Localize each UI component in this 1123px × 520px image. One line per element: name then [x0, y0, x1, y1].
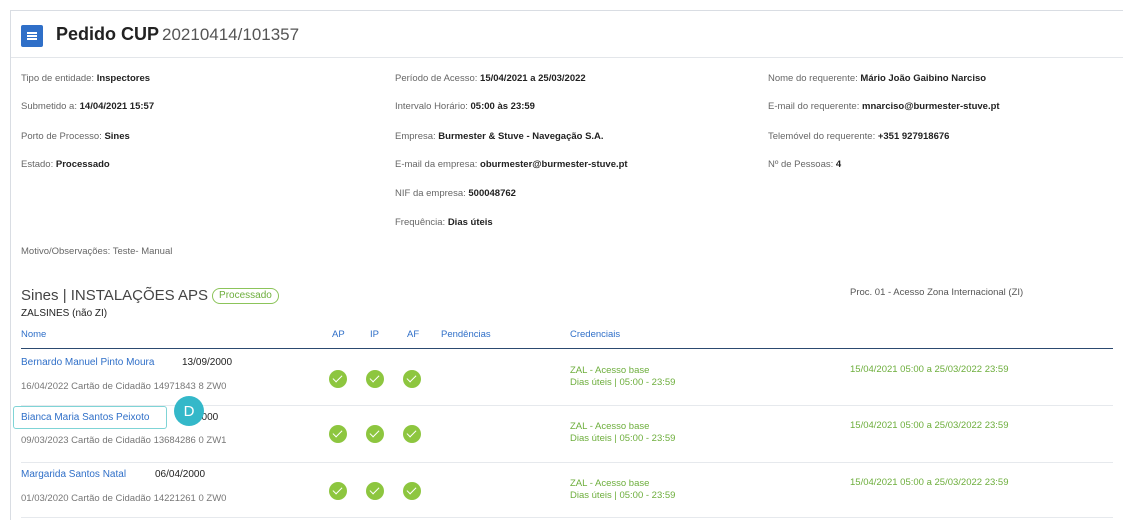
column-header-pendencias: Pendências	[441, 329, 491, 340]
person-name-link[interactable]: Bernardo Manuel Pinto Moura	[21, 357, 154, 368]
access-period: 15/04/2021 05:00 a 25/03/2022 23:59	[850, 364, 1009, 375]
person-document: 01/03/2020 Cartão de Cidadão 14221261 0 …	[21, 493, 227, 504]
info-nif: NIF da empresa: 500048762	[395, 188, 516, 199]
access-period: 15/04/2021 05:00 a 25/03/2022 23:59	[850, 477, 1009, 488]
column-header-credenciais: Credenciais	[570, 329, 621, 340]
access-period: 15/04/2021 05:00 a 25/03/2022 23:59	[850, 420, 1009, 431]
info-porto: Porto de Processo: Sines	[21, 131, 130, 142]
ap-check-icon	[329, 425, 347, 443]
info-nome-requerente: Nome do requerente: Mário João Gaibino N…	[768, 73, 987, 84]
column-header-nome: Nome	[21, 329, 47, 340]
column-header-ip: IP	[370, 329, 379, 340]
person-birth-date: 06/04/2000	[155, 469, 206, 480]
credential: ZAL - Acesso base Dias úteis | 05:00 - 23…	[570, 365, 676, 388]
person-name-link[interactable]: Margarida Santos Natal	[21, 469, 126, 480]
ap-check-icon	[329, 482, 347, 500]
info-estado: Estado: Processado	[21, 159, 110, 170]
request-number: 20210414/101357	[162, 25, 300, 44]
info-frequencia: Frequência: Dias úteis	[395, 217, 493, 228]
section-subtitle: ZALSINES (não ZI)	[21, 308, 108, 319]
section-title: Sines | INSTALAÇÕES APS Processado	[21, 287, 279, 304]
info-email-requerente: E-mail do requerente: mnarciso@burmester…	[768, 101, 1000, 112]
info-tipo-entidade: Tipo de entidade: Inspectores	[21, 73, 151, 84]
credential: ZAL - Acesso base Dias úteis | 05:00 - 23…	[570, 478, 676, 501]
page-title: Pedido CUP	[56, 24, 160, 44]
table-header-divider	[21, 348, 1113, 349]
af-check-icon	[403, 482, 421, 500]
person-birth-date: 13/09/2000	[182, 357, 233, 368]
ip-check-icon	[366, 370, 384, 388]
status-badge: Processado	[212, 288, 279, 304]
row-divider	[21, 462, 1113, 463]
info-empresa: Empresa: Burmester & Stuve - Navegação S…	[395, 131, 604, 142]
af-check-icon	[403, 425, 421, 443]
ip-check-icon	[366, 482, 384, 500]
column-header-ap: AP	[332, 329, 345, 340]
af-check-icon	[403, 370, 421, 388]
ip-check-icon	[366, 425, 384, 443]
row-divider	[21, 517, 1113, 518]
info-motivo: Motivo/Observações: Teste- Manual	[21, 246, 173, 257]
ap-check-icon	[329, 370, 347, 388]
cursor-badge: D	[174, 396, 204, 426]
person-document: 09/03/2023 Cartão de Cidadão 13684286 0 …	[21, 435, 227, 446]
info-email-empresa: E-mail da empresa: oburmester@burmester-…	[395, 159, 628, 170]
credential: ZAL - Acesso base Dias úteis | 05:00 - 23…	[570, 421, 676, 444]
info-pessoas: Nº de Pessoas: 4	[768, 159, 842, 170]
section-proc: Proc. 01 - Acesso Zona Internacional (ZI…	[850, 287, 1024, 298]
page-header: Pedido CUP 20210414/101357	[11, 11, 1123, 58]
person-document: 16/04/2022 Cartão de Cidadão 14971843 8 …	[21, 381, 227, 392]
request-panel: Pedido CUP 20210414/101357 Tipo de entid…	[10, 10, 1123, 520]
info-intervalo: Intervalo Horário: 05:00 às 23:59	[395, 101, 535, 112]
info-telemovel: Telemóvel do requerente: +351 927918676	[768, 131, 950, 142]
focus-highlight	[13, 406, 167, 429]
info-periodo: Período de Acesso: 15/04/2021 a 25/03/20…	[395, 73, 586, 84]
menu-icon[interactable]	[21, 25, 43, 47]
info-submetido: Submetido a: 14/04/2021 15:57	[21, 101, 155, 112]
column-header-af: AF	[407, 329, 420, 340]
